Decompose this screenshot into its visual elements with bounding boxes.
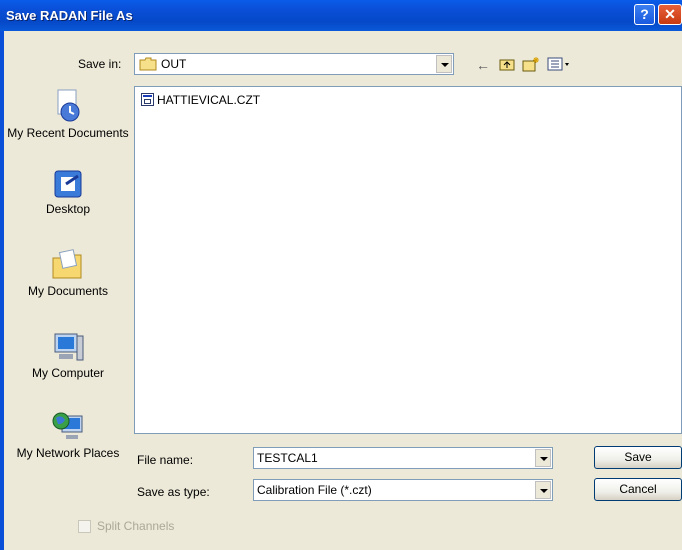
file-name-field[interactable]: TESTCAL1 bbox=[253, 447, 553, 469]
place-label: Desktop bbox=[45, 202, 91, 216]
help-button[interactable]: ? bbox=[634, 4, 655, 25]
desktop-icon bbox=[54, 170, 82, 198]
close-button[interactable]: ✕ bbox=[658, 4, 682, 25]
cancel-button[interactable]: Cancel bbox=[594, 478, 682, 501]
place-network-places[interactable]: My Network Places bbox=[4, 408, 132, 460]
save-in-dropdown[interactable]: OUT bbox=[134, 53, 454, 75]
my-computer-icon bbox=[54, 333, 84, 361]
recent-documents-icon bbox=[57, 89, 80, 122]
save-as-type-label: Save as type: bbox=[137, 485, 210, 499]
calibration-file-icon bbox=[141, 93, 154, 107]
chevron-down-icon[interactable] bbox=[535, 481, 551, 499]
save-as-type-value: Calibration File (*.czt) bbox=[257, 483, 372, 497]
back-arrow-icon[interactable]: ← bbox=[474, 56, 492, 74]
place-desktop[interactable]: Desktop bbox=[4, 168, 132, 216]
my-documents-icon bbox=[52, 249, 82, 279]
split-channels-checkbox[interactable] bbox=[78, 520, 91, 534]
save-button[interactable]: Save bbox=[594, 446, 682, 469]
save-as-type-dropdown[interactable]: Calibration File (*.czt) bbox=[253, 479, 553, 501]
places-bar: My Recent Documents Desktop My Documents… bbox=[4, 82, 132, 482]
save-in-folder: OUT bbox=[161, 57, 187, 71]
file-name-value: TESTCAL1 bbox=[257, 451, 318, 465]
save-in-label: Save in: bbox=[78, 57, 122, 71]
place-my-documents[interactable]: My Documents bbox=[4, 248, 132, 298]
folder-icon bbox=[139, 57, 157, 74]
file-name-label: File name: bbox=[137, 453, 194, 467]
window-title: Save RADAN File As bbox=[6, 8, 133, 23]
place-recent-documents[interactable]: My Recent Documents bbox=[4, 88, 132, 140]
place-label: My Network Places bbox=[16, 446, 120, 460]
title-bar[interactable]: Save RADAN File As ? ✕ bbox=[0, 0, 682, 31]
views-menu-icon[interactable] bbox=[546, 56, 572, 74]
place-label: My Documents bbox=[27, 284, 109, 298]
split-channels-label: Split Channels bbox=[97, 519, 175, 533]
chevron-down-icon[interactable] bbox=[436, 55, 452, 73]
place-label: My Computer bbox=[31, 366, 105, 380]
place-label: My Recent Documents bbox=[7, 126, 129, 140]
file-list[interactable]: HATTIEVICAL.CZT bbox=[134, 86, 682, 434]
split-channels-option[interactable]: Split Channels bbox=[78, 519, 175, 534]
file-name-text: HATTIEVICAL.CZT bbox=[157, 92, 261, 107]
chevron-down-icon[interactable] bbox=[535, 449, 551, 467]
new-folder-icon[interactable] bbox=[522, 56, 540, 74]
up-folder-icon[interactable] bbox=[498, 56, 516, 74]
list-item[interactable]: HATTIEVICAL.CZT bbox=[141, 92, 260, 107]
network-places-icon bbox=[52, 412, 83, 439]
place-my-computer[interactable]: My Computer bbox=[4, 330, 132, 380]
